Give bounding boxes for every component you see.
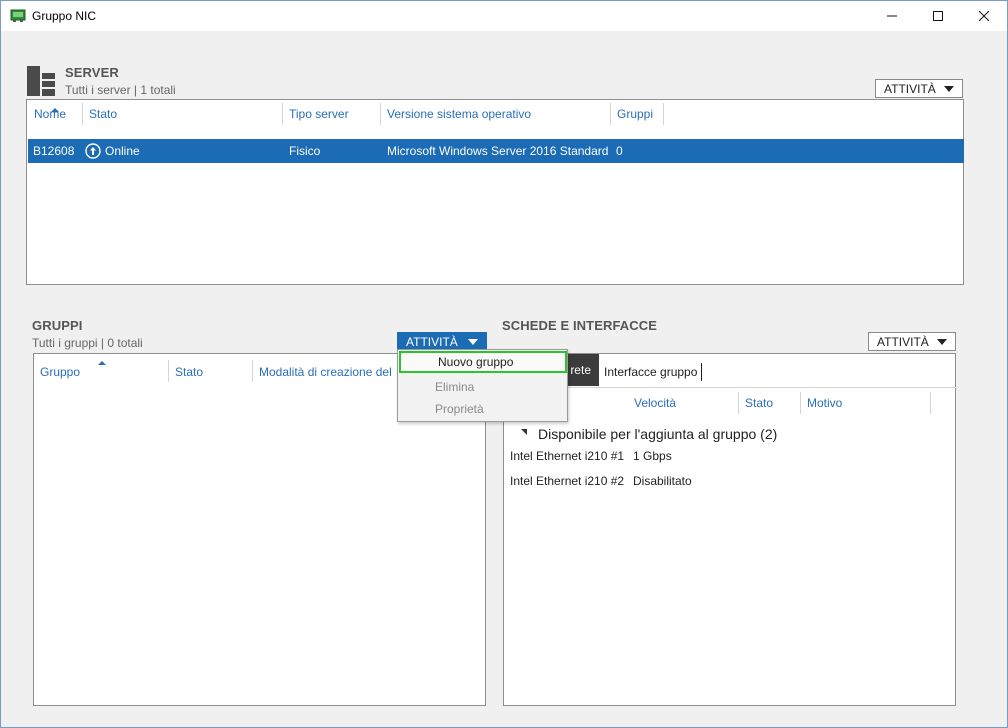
chevron-down-icon xyxy=(468,339,478,345)
maximize-button[interactable] xyxy=(915,1,961,31)
server-table: Nome Stato Tipo server Versione sistema … xyxy=(26,99,964,285)
title-bar: Gruppo NIC xyxy=(1,1,1007,31)
groups-tasks-label: ATTIVITÀ xyxy=(406,334,458,349)
server-groups: 0 xyxy=(616,144,623,158)
group-header-available[interactable]: Disponibile per l'aggiunta al gruppo (2) xyxy=(538,426,777,442)
server-type: Fisico xyxy=(289,144,321,158)
interfaces-tasks-button[interactable]: ATTIVITÀ xyxy=(868,332,956,351)
chevron-down-icon xyxy=(937,339,947,345)
server-status: Online xyxy=(105,144,140,158)
menu-item-label: Elimina xyxy=(435,380,475,394)
server-section-title: SERVER xyxy=(65,65,119,80)
interfaces-section-title: SCHEDE E INTERFACCE xyxy=(502,318,658,333)
column-separator[interactable] xyxy=(663,103,664,125)
column-header-stato[interactable]: Stato xyxy=(739,389,800,417)
server-name: B12608 xyxy=(33,144,75,158)
column-header-gruppo[interactable]: Gruppo xyxy=(34,358,168,386)
menu-item-elimina[interactable]: Elimina xyxy=(398,376,567,398)
menu-item-proprieta[interactable]: Proprietà xyxy=(398,398,567,420)
interfaces-panel: rete Interfacce gruppo Velocità Stato Mo… xyxy=(503,353,956,706)
server-section-subtitle: Tutti i server | 1 totali xyxy=(65,83,176,97)
minimize-icon xyxy=(887,15,897,17)
server-icon xyxy=(27,66,55,96)
column-header-tipo-server[interactable]: Tipo server xyxy=(283,100,380,128)
tab-interfacce-gruppo[interactable]: Interfacce gruppo xyxy=(604,363,703,381)
column-header-motivo[interactable]: Motivo xyxy=(801,389,929,417)
online-status-icon xyxy=(85,143,101,159)
minimize-button[interactable] xyxy=(869,1,915,31)
interface-name: Intel Ethernet i210 #1 xyxy=(510,449,625,463)
groups-section-subtitle: Tutti i gruppi | 0 totali xyxy=(32,336,143,350)
tab-label: Interfacce gruppo xyxy=(604,365,698,379)
column-header-gruppi[interactable]: Gruppi xyxy=(611,100,663,128)
nic-teaming-window: Gruppo NIC SERVER Tutti i server | 1 tot… xyxy=(0,0,1008,728)
maximize-icon xyxy=(933,11,943,21)
column-header-stato[interactable]: Stato xyxy=(169,358,252,386)
column-header-nome[interactable]: Nome xyxy=(28,100,82,128)
window-title: Gruppo NIC xyxy=(32,9,97,23)
list-item[interactable]: Intel Ethernet i210 #2 Disabilitato xyxy=(504,471,955,493)
column-header-modalita[interactable]: Modalità di creazione del xyxy=(253,358,403,386)
close-icon xyxy=(979,11,989,21)
interfaces-tasks-label: ATTIVITÀ xyxy=(877,334,929,349)
column-header-versione-so[interactable]: Versione sistema operativo xyxy=(381,100,610,128)
interface-speed: Disabilitato xyxy=(633,474,692,488)
column-header-stato[interactable]: Stato xyxy=(83,100,282,128)
menu-item-nuovo-gruppo[interactable]: Nuovo gruppo xyxy=(399,351,567,373)
menu-item-label: Nuovo gruppo xyxy=(438,355,514,369)
interface-name: Intel Ethernet i210 #2 xyxy=(510,474,625,488)
nic-app-icon xyxy=(10,9,26,22)
interface-speed: 1 Gbps xyxy=(633,449,672,463)
column-separator[interactable] xyxy=(930,392,931,414)
close-button[interactable] xyxy=(961,1,1007,31)
menu-item-label: Proprietà xyxy=(435,402,484,416)
interfaces-tabs: rete Interfacce gruppo xyxy=(504,354,956,388)
collapse-triangle-icon[interactable] xyxy=(521,429,527,435)
server-os: Microsoft Windows Server 2016 Standard xyxy=(387,144,609,158)
chevron-down-icon xyxy=(944,86,954,92)
server-tasks-label: ATTIVITÀ xyxy=(884,81,936,96)
table-row[interactable]: B12608 Online Fisico Microsoft Windows S… xyxy=(28,139,964,163)
list-item[interactable]: Intel Ethernet i210 #1 1 Gbps xyxy=(504,446,955,468)
groups-section-title: GRUPPI xyxy=(32,318,83,333)
column-header-velocita[interactable]: Velocità xyxy=(628,389,738,417)
tasks-dropdown-menu: Nuovo gruppo Elimina Proprietà xyxy=(397,349,568,422)
server-tasks-button[interactable]: ATTIVITÀ xyxy=(875,79,963,98)
tab-label: rete xyxy=(570,363,591,377)
